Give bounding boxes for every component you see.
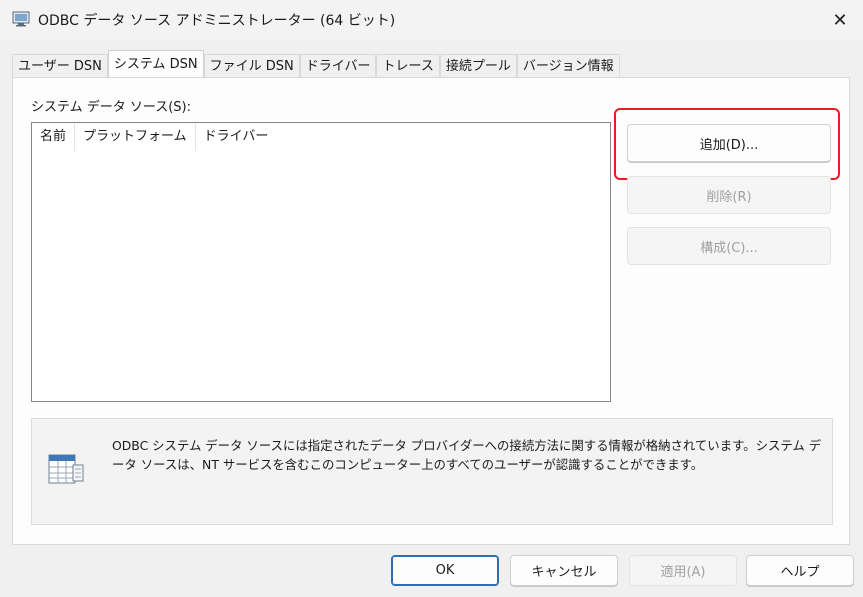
system-data-sources-label: システム データ ソース(S): [31,100,192,115]
odbc-admin-window: ODBC データ ソース アドミニストレーター (64 ビット) ✕ ユーザー … [0,0,863,597]
configure-button[interactable]: 構成(C)... [627,227,831,265]
tab-tracing[interactable]: トレース [376,54,440,77]
info-box: ODBC システム データ ソースには指定されたデータ プロバイダーへの接続方法… [31,418,833,525]
data-source-icon [48,454,84,484]
column-header-platform[interactable]: プラットフォーム [75,123,196,151]
apply-button[interactable]: 適用(A) [629,555,737,586]
odbc-app-icon [12,11,30,27]
window-title: ODBC データ ソース アドミニストレーター (64 ビット) [38,13,396,29]
tab-connection-pooling[interactable]: 接続プール [439,54,517,77]
ok-button[interactable]: OK [391,555,499,586]
title-bar: ODBC データ ソース アドミニストレーター (64 ビット) ✕ [0,0,863,40]
close-button[interactable]: ✕ [817,0,863,40]
system-dsn-panel: システム データ ソース(S): 名前 プラットフォーム ドライバー 追加(D)… [12,77,850,545]
info-description: ODBC システム データ ソースには指定されたデータ プロバイダーへの接続方法… [112,438,822,472]
tab-about[interactable]: バージョン情報 [516,54,620,77]
tab-system-dsn[interactable]: システム DSN [107,50,204,77]
close-icon: ✕ [832,9,848,31]
column-header-name[interactable]: 名前 [32,123,76,151]
tab-file-dsn[interactable]: ファイル DSN [203,54,300,77]
data-source-list[interactable]: 名前 プラットフォーム ドライバー [31,122,611,402]
tab-strip: ユーザー DSN システム DSN ファイル DSN ドライバー トレース 接続… [12,50,620,77]
tab-user-dsn[interactable]: ユーザー DSN [12,54,108,77]
tab-drivers[interactable]: ドライバー [299,54,377,77]
remove-button[interactable]: 削除(R) [627,176,831,214]
list-header: 名前 プラットフォーム ドライバー [32,123,610,151]
add-button[interactable]: 追加(D)... [627,124,831,162]
cancel-button[interactable]: キャンセル [510,555,618,586]
help-button[interactable]: ヘルプ [746,555,854,586]
column-header-driver[interactable]: ドライバー [196,123,277,151]
